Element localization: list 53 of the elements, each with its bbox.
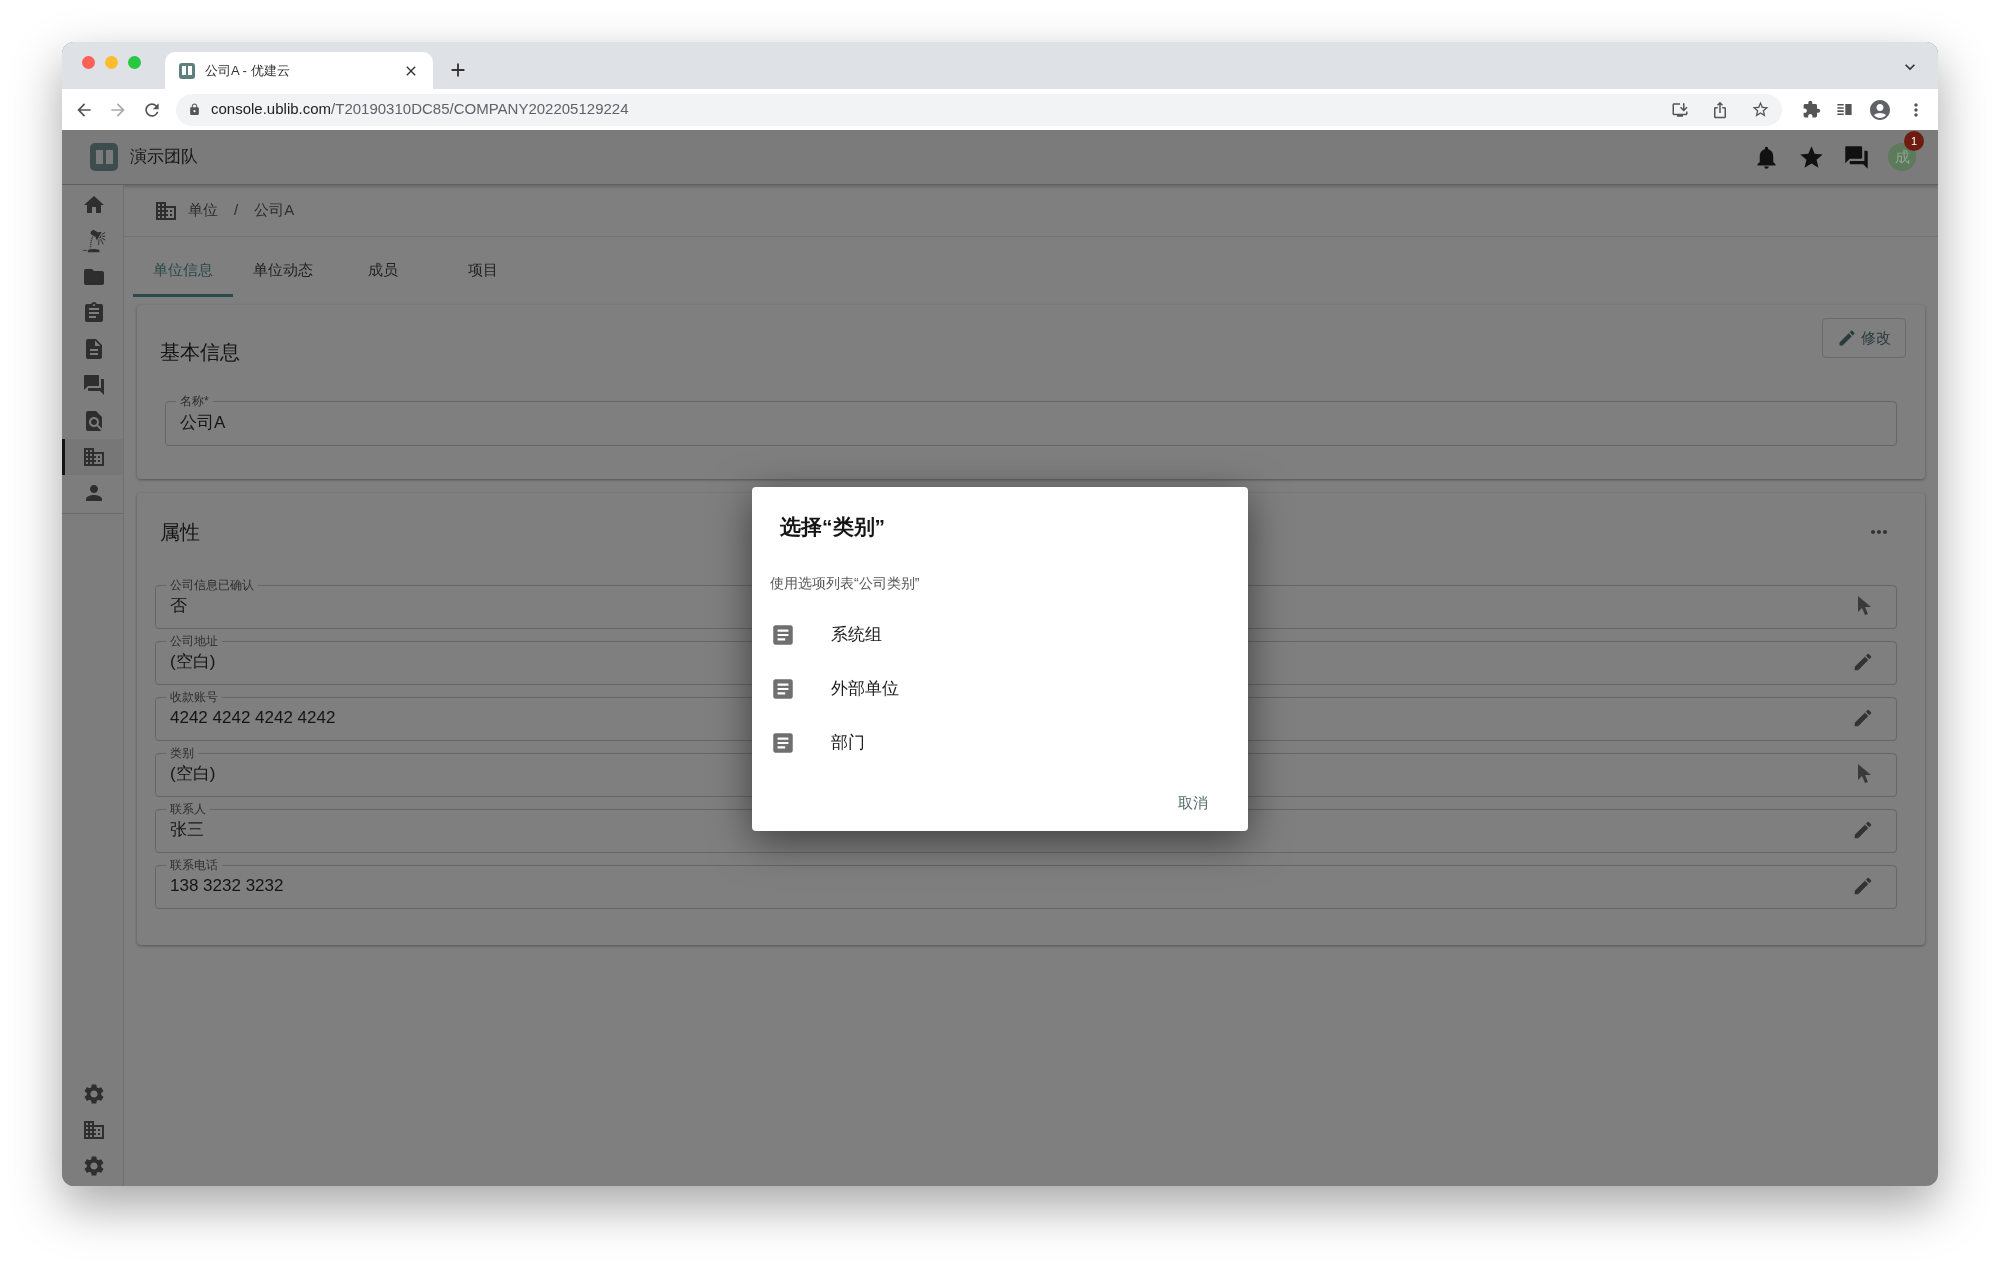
app-logo-icon [90, 143, 118, 171]
field-label: 类别 [169, 745, 195, 761]
url-text: console.ublib.com/T20190310DC85/COMPANY202205129224 [211, 99, 630, 120]
app-logo-icon [179, 62, 195, 79]
field-value: 否 [170, 595, 188, 617]
breadcrumb-item[interactable]: 公司A [254, 199, 295, 222]
tab[interactable]: 成员 [333, 247, 433, 297]
chat-icon[interactable] [1843, 143, 1870, 171]
field-value: 张三 [170, 819, 205, 841]
property-field[interactable]: 联系电话 138 3232 3232 [155, 857, 1897, 909]
field-label: 公司信息已确认 [169, 577, 255, 593]
section-title: 属性 [160, 520, 200, 545]
desk-lamp-icon [82, 229, 106, 253]
tab[interactable]: 单位动态 [233, 247, 333, 297]
address-bar[interactable]: console.ublib.com/T20190310DC85/COMPANY202205129224 [176, 93, 1782, 126]
field-label: 公司地址 [169, 633, 219, 649]
edit-button[interactable]: 修改 [1822, 318, 1906, 358]
tab[interactable]: 单位信息 [133, 247, 233, 297]
option-item[interactable]: 系统组 [770, 607, 1230, 662]
field-value: 138 3232 3232 [170, 875, 285, 897]
building-icon [82, 445, 106, 469]
bookmark-star-icon[interactable] [1751, 100, 1770, 119]
tab[interactable]: 项目 [433, 247, 533, 297]
install-icon[interactable] [1671, 100, 1689, 119]
dialog-subtitle: 使用选项列表“公司类别” [770, 573, 921, 593]
browser-tab[interactable]: 公司A - 优建云 [165, 52, 433, 89]
breadcrumb-separator: / [234, 200, 239, 221]
pencil-icon [1837, 328, 1857, 348]
field-label: 联系人 [169, 801, 207, 817]
tab-title: 公司A - 优建云 [205, 61, 291, 80]
clipboard-icon [82, 301, 106, 325]
field-value: (空白) [170, 651, 217, 673]
name-field[interactable]: 名称* 公司A [165, 393, 1897, 446]
settings-icon[interactable] [82, 1154, 106, 1178]
lock-icon [188, 103, 201, 116]
profile-icon[interactable] [1868, 97, 1892, 122]
field-value: (空白) [170, 763, 217, 785]
chat-icon [82, 373, 106, 397]
settings-icon[interactable] [82, 1082, 106, 1106]
notification-badge: 1 [1904, 131, 1924, 151]
dialog-title: 选择“类别” [780, 514, 886, 540]
section-title: 基本信息 [160, 340, 240, 365]
field-value: 公司A [180, 412, 227, 434]
field-label: 收款账号 [169, 689, 219, 705]
field-label: 名称* [179, 393, 210, 409]
breadcrumb-item[interactable]: 单位 [188, 199, 218, 222]
sidebar-item[interactable] [62, 439, 123, 475]
building-icon[interactable] [82, 1118, 106, 1142]
field-label: 联系电话 [169, 857, 219, 873]
extensions-icon[interactable] [1802, 100, 1821, 119]
field-value: 4242 4242 4242 4242 [170, 707, 337, 729]
share-icon[interactable] [1711, 100, 1729, 119]
team-name[interactable]: 演示团队 [130, 144, 198, 170]
